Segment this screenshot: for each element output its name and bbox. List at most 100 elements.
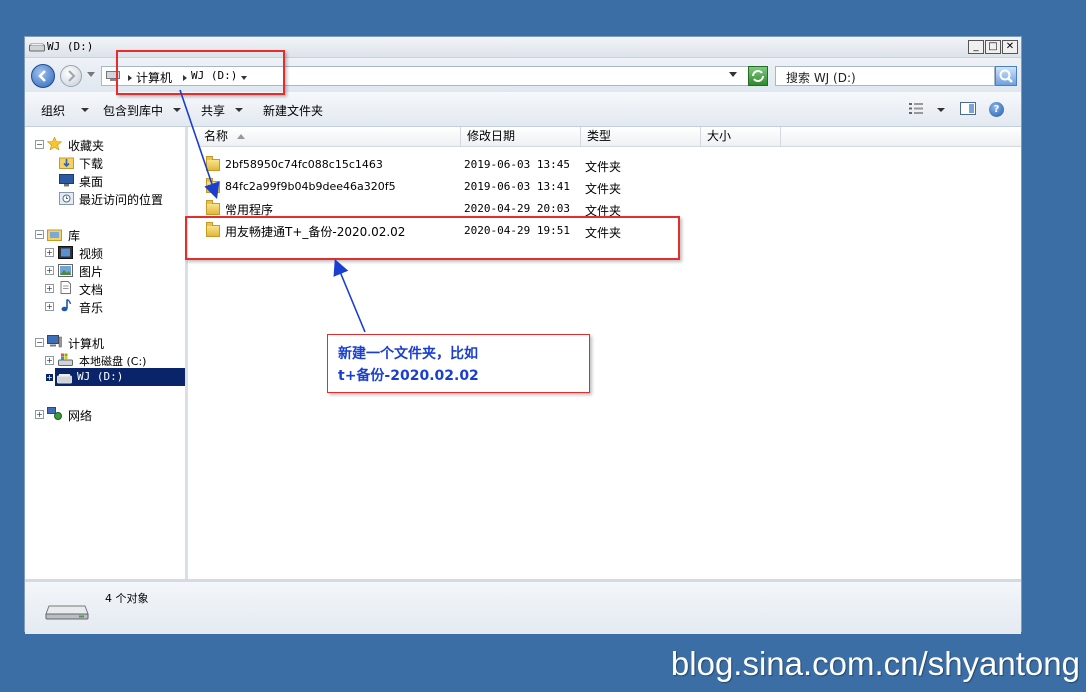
nav-local-disk-label: 本地磁盘 (C:) xyxy=(79,355,147,368)
window-controls: _ □ ✕ xyxy=(968,40,1018,54)
documents-icon xyxy=(60,281,71,294)
window-title: WJ (D:) xyxy=(47,40,94,53)
file-list: 名称 修改日期 类型 大小 2bf58950c74fc088c15c1463 2… xyxy=(188,127,1021,579)
annotation-callout: 新建一个文件夹，比如 t+备份-2020.02.02 xyxy=(327,334,590,393)
libraries-icon xyxy=(47,229,62,241)
column-name-label: 名称 xyxy=(204,129,229,143)
file-type: 文件夹 xyxy=(585,160,622,174)
recent-pages-dropdown[interactable] xyxy=(87,72,95,77)
file-row[interactable]: 2bf58950c74fc088c15c1463 2019-06-03 13:4… xyxy=(188,154,1021,176)
expand-icon[interactable]: + xyxy=(45,373,54,382)
folder-icon xyxy=(206,156,220,171)
file-modified: 2019-06-03 13:41 xyxy=(464,180,570,193)
videos-icon xyxy=(58,246,73,259)
minimize-button[interactable]: _ xyxy=(968,40,984,54)
nav-libraries-label: 库 xyxy=(68,229,81,243)
view-dropdown-icon[interactable] xyxy=(937,108,945,112)
organize-button[interactable]: 组织 xyxy=(41,102,65,119)
drive-icon xyxy=(29,43,45,52)
nav-documents-label: 文档 xyxy=(79,283,104,297)
share-button[interactable]: 共享 xyxy=(201,102,225,119)
address-history-dropdown[interactable] xyxy=(729,72,737,77)
share-dropdown-icon[interactable] xyxy=(235,108,243,112)
sort-ascending-icon xyxy=(237,134,245,139)
item-count: 4 个对象 xyxy=(105,592,149,605)
nav-videos-label: 视频 xyxy=(79,247,104,261)
preview-pane-icon[interactable] xyxy=(960,102,976,115)
search-button[interactable] xyxy=(995,66,1017,86)
file-row[interactable]: 84fc2a99f9b04b9dee46a320f5 2019-06-03 13… xyxy=(188,176,1021,198)
column-header-size[interactable]: 大小 xyxy=(701,127,781,147)
include-in-library-button[interactable]: 包含到库中 xyxy=(103,102,163,119)
drive-icon xyxy=(57,374,72,384)
computer-icon xyxy=(47,335,62,348)
music-icon xyxy=(61,299,72,312)
nav-wj-drive[interactable]: + WJ (D:) xyxy=(45,368,185,386)
help-icon[interactable]: ? xyxy=(989,102,1004,117)
navigation-pane: − 收藏夹 下载 桌面 最近访问的位置 − 库 + 视频 + 图片 + 文档 +… xyxy=(25,127,188,579)
column-size-label: 大小 xyxy=(707,129,732,143)
column-header-type[interactable]: 类型 xyxy=(581,127,701,147)
nav-wj-drive-label: WJ (D:) xyxy=(77,370,124,383)
close-button[interactable]: ✕ xyxy=(1002,40,1018,54)
recent-places-icon xyxy=(59,192,74,205)
command-bar: 组织 包含到库中 共享 新建文件夹 ? xyxy=(25,92,1021,127)
nav-recent-label: 最近访问的位置 xyxy=(79,193,164,207)
star-icon xyxy=(47,137,62,150)
callout-line-1: 新建一个文件夹，比如 xyxy=(338,346,478,362)
nav-pictures-label: 图片 xyxy=(79,265,104,279)
library-dropdown-icon[interactable] xyxy=(173,108,181,112)
watermark: blog.sina.com.cn/shyantong xyxy=(670,645,1080,682)
details-pane: 4 个对象 xyxy=(25,579,1021,634)
forward-arrow-icon xyxy=(68,70,76,82)
expand-icon[interactable]: + xyxy=(45,284,54,293)
collapse-icon[interactable]: − xyxy=(35,140,44,149)
column-modified-label: 修改日期 xyxy=(467,129,516,143)
maximize-button[interactable]: □ xyxy=(985,40,1001,54)
expand-icon[interactable]: + xyxy=(35,410,44,419)
back-arrow-icon xyxy=(38,70,46,82)
collapse-icon[interactable]: − xyxy=(35,338,44,347)
expand-icon[interactable]: + xyxy=(45,302,54,311)
expand-icon[interactable]: + xyxy=(45,356,54,365)
nav-downloads-label: 下载 xyxy=(79,157,104,171)
expand-icon[interactable]: + xyxy=(45,266,54,275)
drive-large-icon xyxy=(45,605,89,620)
column-header-filler xyxy=(781,127,1021,147)
nav-network-label: 网络 xyxy=(68,409,93,423)
view-options-icon[interactable] xyxy=(909,103,923,114)
refresh-button[interactable] xyxy=(748,66,768,86)
column-type-label: 类型 xyxy=(587,129,612,143)
folder-icon xyxy=(206,200,220,215)
file-name: 2bf58950c74fc088c15c1463 xyxy=(225,158,383,171)
collapse-icon[interactable]: − xyxy=(35,230,44,239)
back-button[interactable] xyxy=(31,64,55,88)
system-drive-icon xyxy=(58,353,73,366)
file-name: 84fc2a99f9b04b9dee46a320f5 xyxy=(225,180,396,193)
annotation-box-address xyxy=(116,50,285,95)
file-type: 文件夹 xyxy=(585,182,622,196)
search-input[interactable]: 搜索 WJ (D:) xyxy=(775,66,995,86)
column-header-modified[interactable]: 修改日期 xyxy=(461,127,581,147)
file-modified: 2020-04-29 20:03 xyxy=(464,202,570,215)
forward-button[interactable] xyxy=(60,65,82,87)
network-icon xyxy=(47,407,62,420)
nav-computer-label: 计算机 xyxy=(68,337,105,351)
nav-favorites-label: 收藏夹 xyxy=(68,139,105,153)
desktop-icon xyxy=(59,174,74,187)
search-placeholder: 搜索 WJ (D:) xyxy=(786,71,856,85)
callout-line-2: t+备份-2020.02.02 xyxy=(338,368,479,384)
column-header-name[interactable]: 名称 xyxy=(198,127,461,147)
new-folder-button[interactable]: 新建文件夹 xyxy=(263,102,323,119)
file-modified: 2019-06-03 13:45 xyxy=(464,158,570,171)
downloads-folder-icon xyxy=(59,157,74,169)
annotation-box-new-folder xyxy=(185,216,680,260)
refresh-icon xyxy=(752,70,764,82)
search-icon xyxy=(999,69,1013,83)
nav-desktop-label: 桌面 xyxy=(79,175,104,189)
folder-icon xyxy=(206,178,220,193)
organize-dropdown-icon[interactable] xyxy=(81,108,89,112)
pictures-icon xyxy=(58,264,73,277)
nav-music-label: 音乐 xyxy=(79,301,104,315)
expand-icon[interactable]: + xyxy=(45,248,54,257)
